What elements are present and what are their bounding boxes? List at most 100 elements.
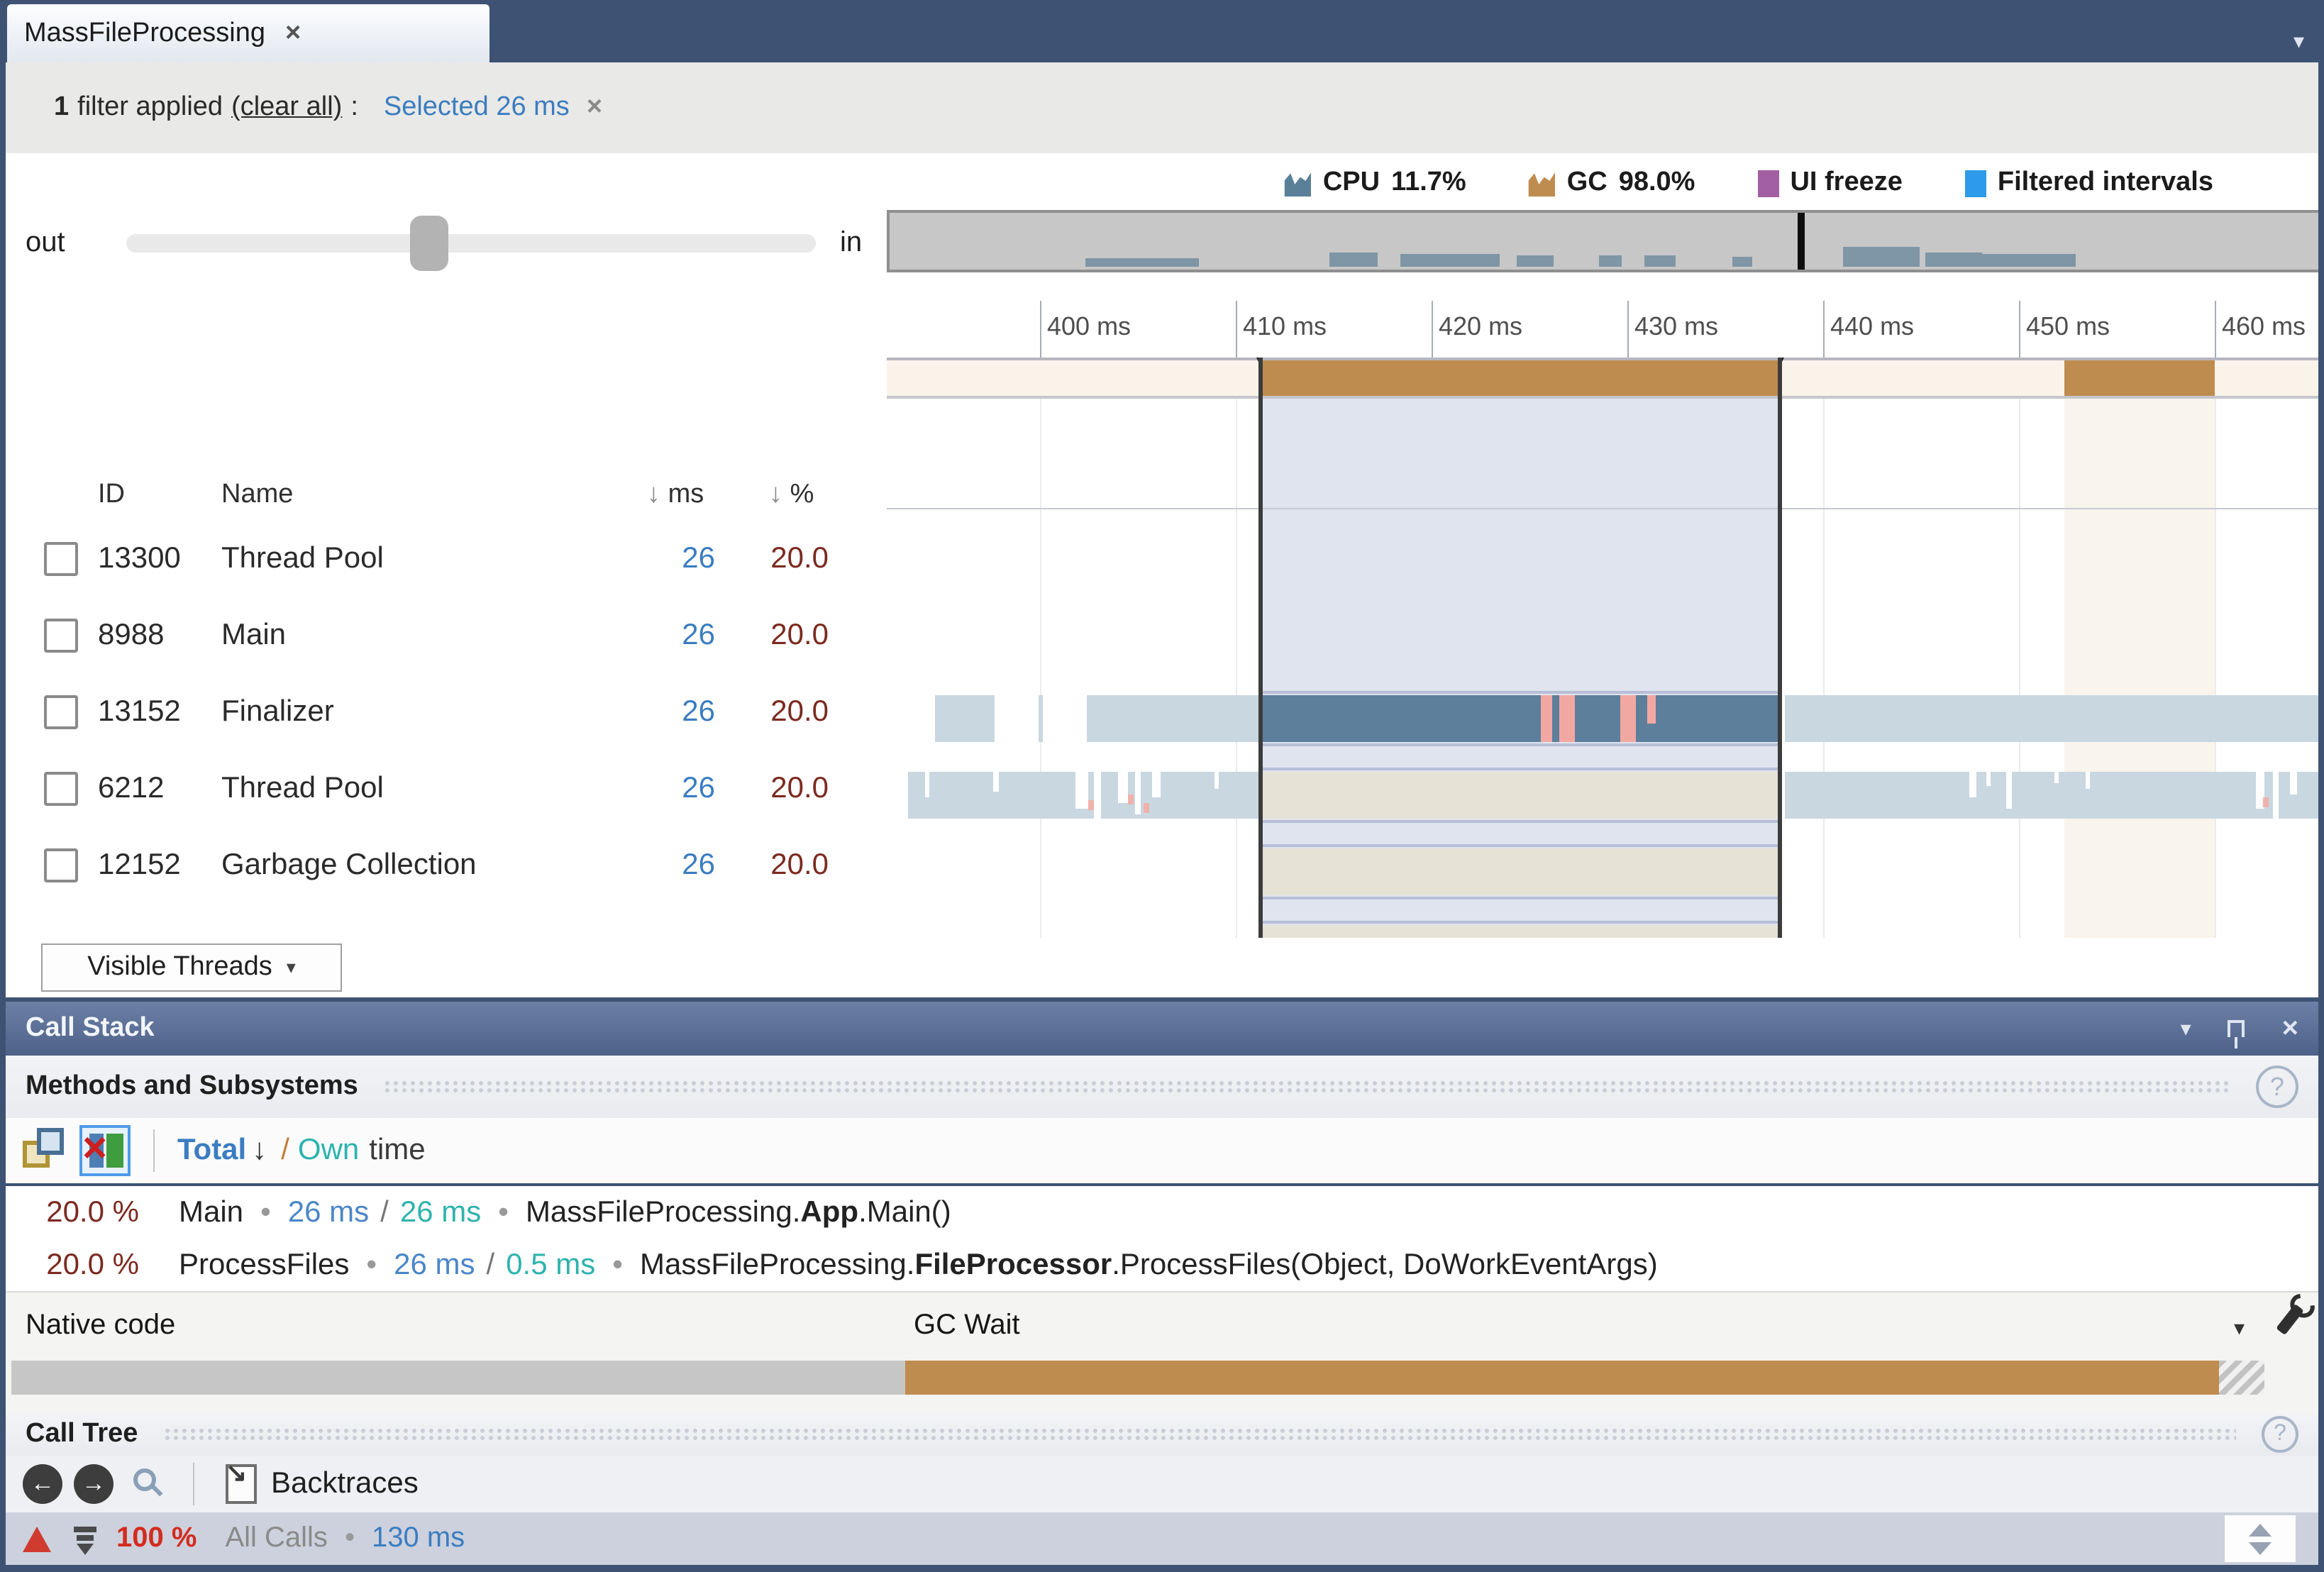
methods-subsystems-title: Methods and Subsystems xyxy=(26,1071,358,1102)
gc-strip xyxy=(887,358,2318,399)
sort-direction-icon: ↓ xyxy=(252,1134,267,1168)
legend-gc-label: GC xyxy=(1567,167,1608,199)
legend-ui-freeze-label: UI freeze xyxy=(1790,167,1902,199)
filter-count: 1 xyxy=(54,92,69,123)
filter-colon: : xyxy=(350,92,358,123)
threads-timeline-canvas[interactable] xyxy=(887,358,2318,938)
subsystems-bar-row: Native code GC Wait ▾ xyxy=(6,1291,2318,1413)
thread-checkbox[interactable] xyxy=(44,772,78,806)
visible-threads-button[interactable]: Visible Threads ▾ xyxy=(41,943,342,992)
call-stack-toolbar: × Total ↓ / Own time xyxy=(6,1118,2318,1183)
sort-by-own-toggle[interactable]: Own xyxy=(298,1134,359,1168)
remove-filter-icon[interactable]: × xyxy=(587,92,602,123)
call-tree-toolbar: ← → ↘ Backtraces xyxy=(6,1456,2318,1512)
thread-checkbox[interactable] xyxy=(44,848,78,882)
thread-checkbox[interactable] xyxy=(44,695,78,729)
backtraces-icon[interactable]: ↘ xyxy=(226,1464,257,1504)
timeline-panel: CPU 11.7% GC 98.0% UI freeze Filtered in… xyxy=(6,153,2318,997)
legend-gc-value: 98.0% xyxy=(1619,167,1695,199)
help-icon[interactable]: ? xyxy=(2256,1065,2298,1108)
call-stack-list: 20.0 % Main • 26 ms / 26 ms • MassFilePr… xyxy=(6,1186,2318,1291)
legend-gc: GC 98.0% xyxy=(1529,167,1695,199)
filtered-intervals-swatch-icon xyxy=(1965,170,1986,196)
tick-450ms: 450 ms xyxy=(2026,312,2110,342)
forward-button[interactable]: → xyxy=(74,1464,114,1504)
subsystems-dropdown-icon[interactable]: ▾ xyxy=(2234,1315,2245,1341)
tab-close-icon[interactable]: × xyxy=(285,18,301,49)
divider xyxy=(193,1463,194,1505)
filter-bar: 1 filter applied (clear all) : Selected … xyxy=(6,62,2318,153)
selection-right-border[interactable] xyxy=(1778,358,1782,938)
tick-430ms: 430 ms xyxy=(1634,312,1718,342)
call-levels-icon xyxy=(71,1524,99,1553)
gc-wait-segment[interactable] xyxy=(905,1361,2219,1395)
gc-chart-icon xyxy=(1529,170,1556,196)
legend-cpu-label: CPU xyxy=(1323,167,1380,199)
call-tree-selected-row[interactable]: 100 % All Calls • 130 ms xyxy=(6,1512,2318,1565)
back-button[interactable]: ← xyxy=(23,1464,62,1504)
call-stack-row[interactable]: 20.0 % Main • 26 ms / 26 ms • MassFilePr… xyxy=(6,1186,2318,1239)
ui-freeze-swatch-icon xyxy=(1757,170,1778,196)
legend-ui-freeze: UI freeze xyxy=(1757,167,1902,199)
wrench-icon[interactable] xyxy=(2276,1304,2304,1336)
clear-all-link[interactable]: (clear all) xyxy=(231,92,342,123)
tab-bar: MassFileProcessing × ▾ xyxy=(0,0,2324,62)
pin-icon[interactable] xyxy=(2228,1020,2245,1037)
call-stack-title: Call Stack xyxy=(26,1013,155,1044)
scroll-up-icon[interactable] xyxy=(2249,1524,2272,1537)
tab-title: MassFileProcessing xyxy=(24,18,265,49)
selection-left-handle[interactable] xyxy=(1237,358,1258,362)
follow-selection-icon[interactable] xyxy=(23,1128,68,1173)
zoom-slider-track[interactable] xyxy=(126,234,816,253)
col-header-pct[interactable]: ↓ % xyxy=(769,480,814,511)
selection-right-handle[interactable] xyxy=(1782,358,1803,362)
call-tree-section: Call Tree ? xyxy=(6,1413,2318,1456)
help-icon[interactable]: ? xyxy=(2262,1416,2298,1453)
call-stack-header: Call Stack ▾ × xyxy=(6,1002,2318,1056)
col-header-name[interactable]: Name xyxy=(221,480,293,511)
zoom-out-label: out xyxy=(26,227,65,260)
search-icon[interactable] xyxy=(133,1468,156,1491)
col-header-id[interactable]: ID xyxy=(98,480,125,511)
timeline-ruler: 400 ms 410 ms 420 ms 430 ms 440 ms 450 m… xyxy=(887,297,2318,358)
scroll-down-icon[interactable] xyxy=(2249,1542,2272,1555)
backtraces-button[interactable]: Backtraces xyxy=(271,1467,419,1501)
tab-massfileprocessing[interactable]: MassFileProcessing × xyxy=(7,4,489,62)
legend-filtered-intervals-label: Filtered intervals xyxy=(1998,167,2213,199)
legend-cpu-value: 11.7% xyxy=(1391,167,1466,199)
sort-by-total-toggle[interactable]: Total xyxy=(177,1134,246,1168)
call-tree-title: Call Tree xyxy=(26,1419,138,1450)
selected-filter-chip[interactable]: Selected 26 ms xyxy=(384,92,570,123)
zoom-in-label: in xyxy=(840,227,862,260)
thread-checkbox[interactable] xyxy=(44,619,78,653)
overview-strip[interactable] xyxy=(887,210,2318,272)
cpu-chart-icon xyxy=(1285,170,1312,196)
dotted-leader xyxy=(163,1427,2236,1442)
hot-triangle-icon xyxy=(23,1526,51,1551)
call-stack-row[interactable]: 20.0 % ProcessFiles • 26 ms / 0.5 ms • M… xyxy=(6,1239,2318,1291)
profiler-window: MassFileProcessing × ▾ 1 filter applied … xyxy=(0,0,2324,1572)
methods-subsystems-section: Methods and Subsystems ? xyxy=(6,1056,2318,1118)
selection-left-border[interactable] xyxy=(1258,358,1263,938)
tick-440ms: 440 ms xyxy=(1830,312,1914,342)
filter-label: filter applied xyxy=(77,92,223,123)
tick-420ms: 420 ms xyxy=(1439,312,1522,342)
col-header-ms[interactable]: ↓ ms xyxy=(647,480,704,511)
panel-menu-dropdown-icon[interactable]: ▾ xyxy=(2181,1016,2191,1041)
close-panel-icon[interactable]: × xyxy=(2282,1012,2298,1045)
other-segment[interactable] xyxy=(2219,1361,2264,1395)
overview-position-marker[interactable] xyxy=(1798,213,1805,270)
zoom-slider-thumb[interactable] xyxy=(410,216,448,271)
thread-checkbox[interactable] xyxy=(44,542,78,576)
native-code-segment[interactable] xyxy=(11,1361,905,1395)
hide-system-frames-icon[interactable]: × xyxy=(79,1125,131,1176)
legend-cpu: CPU 11.7% xyxy=(1285,167,1466,199)
vertical-scrollbar[interactable] xyxy=(2225,1515,2296,1562)
tab-list-dropdown-icon[interactable]: ▾ xyxy=(2293,28,2304,54)
tick-410ms: 410 ms xyxy=(1243,312,1327,342)
gc-interval-bar xyxy=(1260,360,1781,396)
gc-interval-bar-2 xyxy=(2064,360,2215,396)
tick-460ms: 460 ms xyxy=(2222,312,2306,342)
dotted-leader xyxy=(384,1079,2230,1095)
divider xyxy=(153,1129,155,1172)
